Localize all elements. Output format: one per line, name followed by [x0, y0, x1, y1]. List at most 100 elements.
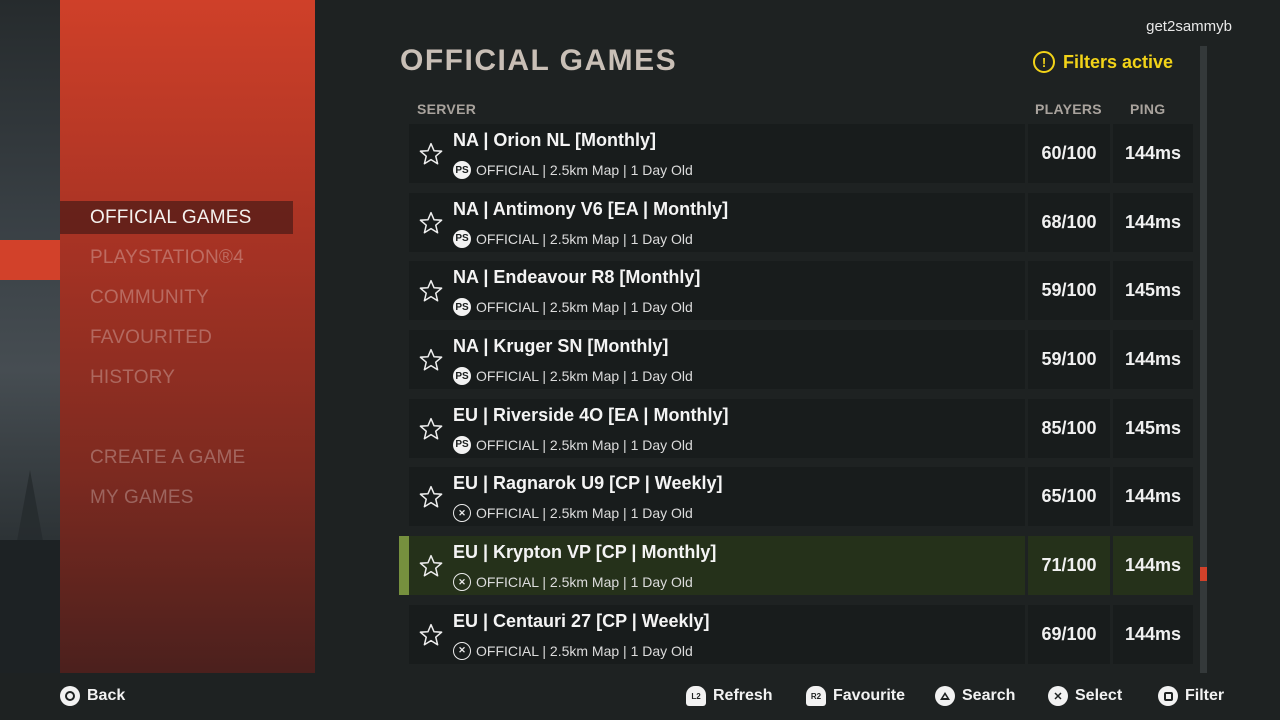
server-row[interactable]: NA | Endeavour R8 [Monthly] PS OFFICIAL …	[409, 261, 1193, 321]
ping-value: 144ms	[1113, 192, 1193, 252]
sidebar-item-official-games[interactable]: OFFICIAL GAMES	[60, 201, 293, 234]
select-label: Select	[1075, 687, 1123, 704]
filter-button[interactable]: Filter	[1158, 686, 1224, 706]
playstation-icon: PS	[453, 229, 471, 248]
server-row[interactable]: EU | Centauri 27 [CP | Weekly] ✕ OFFICIA…	[409, 604, 1193, 664]
server-name: NA | Antimony V6 [EA | Monthly]	[453, 198, 729, 219]
players-count: 71/100	[1028, 536, 1110, 596]
server-name: EU | Riverside 4O [EA | Monthly]	[453, 404, 729, 425]
server-row[interactable]: EU | Krypton VP [CP | Monthly] ✕ OFFICIA…	[399, 536, 1193, 596]
server-meta-text: OFFICIAL | 2.5km Map | 1 Day Old	[476, 368, 693, 385]
sidebar-item-my-games[interactable]: MY GAMES	[60, 481, 293, 514]
playstation-icon: PS	[453, 367, 471, 386]
star-icon[interactable]	[418, 622, 444, 648]
star-icon[interactable]	[418, 484, 444, 510]
server-row[interactable]: NA | Kruger SN [Monthly] PS OFFICIAL | 2…	[409, 330, 1193, 390]
server-meta-text: OFFICIAL | 2.5km Map | 1 Day Old	[476, 230, 693, 247]
server-row[interactable]: NA | Antimony V6 [EA | Monthly] PS OFFIC…	[409, 192, 1193, 252]
players-count: 59/100	[1028, 330, 1110, 390]
scrollbar-thumb[interactable]	[1200, 567, 1207, 582]
sidebar-item-community[interactable]: COMMUNITY	[60, 281, 293, 314]
server-meta: PS OFFICIAL | 2.5km Map | 1 Day Old	[453, 161, 693, 179]
server-cell[interactable]: EU | Riverside 4O [EA | Monthly] PS OFFI…	[409, 398, 1025, 458]
server-cell[interactable]: EU | Krypton VP [CP | Monthly] ✕ OFFICIA…	[409, 536, 1025, 596]
refresh-label: Refresh	[713, 687, 773, 704]
triangle-button-icon	[935, 686, 955, 706]
favourite-button[interactable]: R2 Favourite	[806, 686, 905, 706]
server-cell[interactable]: NA | Orion NL [Monthly] PS OFFICIAL | 2.…	[409, 124, 1025, 183]
server-meta: ✕ OFFICIAL | 2.5km Map | 1 Day Old	[453, 573, 693, 592]
ping-value: 144ms	[1113, 467, 1193, 527]
server-name: NA | Orion NL [Monthly]	[453, 130, 657, 150]
players-count: 85/100	[1028, 398, 1110, 458]
square-button-icon	[1158, 686, 1178, 706]
back-button[interactable]: Back	[60, 686, 125, 706]
search-label: Search	[962, 687, 1016, 704]
sidebar-item-history[interactable]: HISTORY	[60, 361, 293, 394]
server-meta-text: OFFICIAL | 2.5km Map | 1 Day Old	[476, 299, 693, 316]
server-cell[interactable]: NA | Antimony V6 [EA | Monthly] PS OFFIC…	[409, 192, 1025, 252]
server-row[interactable]: NA | Orion NL [Monthly] PS OFFICIAL | 2.…	[409, 124, 1193, 183]
ping-value: 144ms	[1113, 536, 1193, 596]
ping-value: 145ms	[1113, 261, 1193, 321]
server-list: NA | Orion NL [Monthly] PS OFFICIAL | 2.…	[399, 124, 1193, 674]
favourite-label: Favourite	[833, 687, 906, 704]
players-count: 60/100	[1028, 124, 1110, 183]
players-count: 68/100	[1028, 192, 1110, 252]
server-cell[interactable]: NA | Endeavour R8 [Monthly] PS OFFICIAL …	[409, 261, 1025, 321]
server-row[interactable]: EU | Ragnarok U9 [CP | Weekly] ✕ OFFICIA…	[409, 467, 1193, 527]
search-button[interactable]: Search	[935, 686, 1015, 706]
crossplay-icon: ✕	[453, 573, 471, 592]
column-header-ping: PING	[1130, 101, 1166, 117]
filters-active-indicator: ! Filters active	[1033, 51, 1173, 73]
star-icon[interactable]	[418, 141, 444, 167]
players-count: 65/100	[1028, 467, 1110, 527]
filter-label: Filter	[1185, 687, 1225, 704]
filters-active-label: Filters active	[1063, 51, 1174, 72]
server-name: EU | Centauri 27 [CP | Weekly]	[453, 610, 710, 631]
server-meta-text: OFFICIAL | 2.5km Map | 1 Day Old	[476, 162, 693, 178]
star-icon[interactable]	[418, 210, 444, 236]
star-icon[interactable]	[418, 416, 444, 442]
r2-button-icon: R2	[806, 686, 826, 706]
server-meta-text: OFFICIAL | 2.5km Map | 1 Day Old	[476, 505, 693, 522]
sidebar-item-create-a-game[interactable]: CREATE A GAME	[60, 441, 293, 474]
server-row[interactable]: EU | Riverside 4O [EA | Monthly] PS OFFI…	[409, 398, 1193, 458]
sidebar-item-favourited[interactable]: FAVOURITED	[60, 321, 293, 354]
circle-button-icon	[60, 686, 80, 706]
select-button[interactable]: ✕ Select	[1048, 686, 1122, 706]
server-name: EU | Krypton VP [CP | Monthly]	[453, 542, 717, 563]
server-cell[interactable]: EU | Ragnarok U9 [CP | Weekly] ✕ OFFICIA…	[409, 467, 1025, 527]
sidebar: OFFICIAL GAMES PLAYSTATION®4 COMMUNITY F…	[60, 0, 315, 673]
column-header-players: PLAYERS	[1035, 101, 1102, 117]
server-name: EU | Ragnarok U9 [CP | Weekly]	[453, 473, 723, 494]
back-label: Back	[87, 687, 126, 704]
server-cell[interactable]: EU | Centauri 27 [CP | Weekly] ✕ OFFICIA…	[409, 604, 1025, 664]
l2-button-icon: L2	[686, 686, 706, 706]
server-meta: ✕ OFFICIAL | 2.5km Map | 1 Day Old	[453, 641, 693, 660]
ping-value: 144ms	[1113, 604, 1193, 664]
sidebar-accent-marker	[0, 240, 60, 280]
cross-button-icon: ✕	[1048, 686, 1068, 706]
server-meta: PS OFFICIAL | 2.5km Map | 1 Day Old	[453, 367, 693, 386]
server-meta: ✕ OFFICIAL | 2.5km Map | 1 Day Old	[453, 504, 693, 523]
playstation-icon: PS	[453, 435, 471, 454]
username: get2sammyb	[1146, 18, 1232, 35]
star-icon[interactable]	[418, 278, 444, 304]
ping-value: 145ms	[1113, 398, 1193, 458]
exclamation-circle-icon: !	[1033, 51, 1055, 73]
star-icon[interactable]	[418, 553, 444, 579]
server-meta-text: OFFICIAL | 2.5km Map | 1 Day Old	[476, 642, 693, 659]
refresh-button[interactable]: L2 Refresh	[686, 686, 773, 706]
sidebar-item-playstation4[interactable]: PLAYSTATION®4	[60, 241, 293, 274]
server-meta: PS OFFICIAL | 2.5km Map | 1 Day Old	[453, 435, 693, 454]
star-icon[interactable]	[418, 347, 444, 373]
playstation-icon: PS	[453, 161, 471, 179]
crossplay-icon: ✕	[453, 504, 471, 523]
players-count: 69/100	[1028, 604, 1110, 664]
server-cell[interactable]: NA | Kruger SN [Monthly] PS OFFICIAL | 2…	[409, 330, 1025, 390]
scrollbar[interactable]	[1200, 46, 1207, 673]
column-header-server: SERVER	[417, 101, 477, 117]
players-count: 59/100	[1028, 261, 1110, 321]
forest-shadow	[0, 540, 60, 673]
